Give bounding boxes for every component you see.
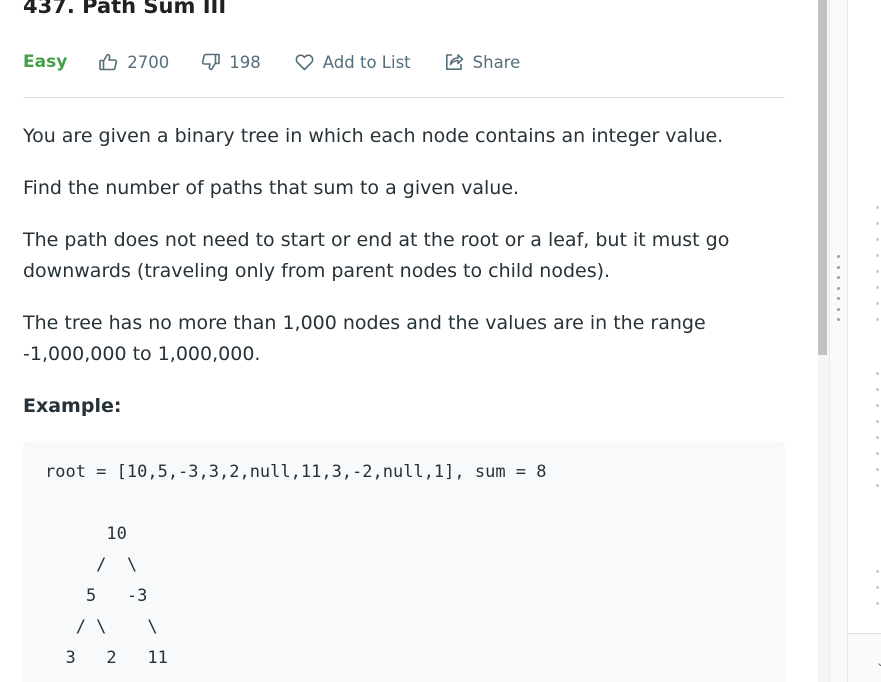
header-divider <box>23 97 785 98</box>
example-heading: Example: <box>23 395 122 417</box>
add-to-list-label: Add to List <box>322 52 411 72</box>
thumbs-up-icon <box>99 53 127 71</box>
example-input-line: root = [10,5,-3,3,2,null,11,3,-2,null,1]… <box>45 462 547 482</box>
description-paragraph-2: Find the number of paths that sum to a g… <box>23 177 520 199</box>
app-frame: 437. Path Sum III Easy 2700 198 Add to L… <box>0 0 881 682</box>
like-count: 2700 <box>127 52 170 72</box>
share-icon <box>445 53 473 71</box>
add-to-list-button[interactable]: Add to List <box>295 53 411 72</box>
description-scrollbar-thumb[interactable] <box>818 0 827 355</box>
editor-indent-guides-3 <box>876 570 879 605</box>
panel-splitter[interactable] <box>829 0 848 682</box>
thumbs-down-icon <box>201 53 229 71</box>
tree-line-root: 10 <box>45 524 127 544</box>
splitter-grip-icon[interactable] <box>837 255 840 321</box>
tree-line-level-1: 5 -3 <box>45 586 148 606</box>
problem-title: 437. Path Sum III <box>23 0 227 18</box>
tree-line-branches-1: / \ <box>45 555 138 575</box>
heart-icon <box>295 53 323 71</box>
description-paragraph-3: The path does not need to start or end a… <box>23 229 730 282</box>
description-paragraph-4: The tree has no more than 1,000 nodes an… <box>23 312 706 365</box>
chevron-down-icon[interactable]: ⌄ <box>876 656 881 669</box>
example-code-block: root = [10,5,-3,3,2,null,11,3,-2,null,1]… <box>23 441 785 682</box>
editor-indent-guides <box>876 206 879 321</box>
difficulty-badge: Easy <box>23 52 68 72</box>
share-button[interactable]: Share <box>445 52 521 72</box>
tree-line-level-2: 3 2 11 <box>45 648 168 668</box>
tree-line-branches-2: / \ \ <box>45 617 158 637</box>
editor-indent-guides-2 <box>876 372 879 487</box>
problem-meta-bar: Easy 2700 198 Add to List Share <box>23 48 785 76</box>
dislike-count: 198 <box>229 52 261 72</box>
description-paragraph-1: You are given a binary tree in which eac… <box>23 125 724 147</box>
dislike-button[interactable]: 198 <box>201 53 261 72</box>
share-label: Share <box>472 52 521 72</box>
problem-description-panel: 437. Path Sum III Easy 2700 198 Add to L… <box>0 0 818 682</box>
like-button[interactable]: 2700 <box>99 53 169 72</box>
